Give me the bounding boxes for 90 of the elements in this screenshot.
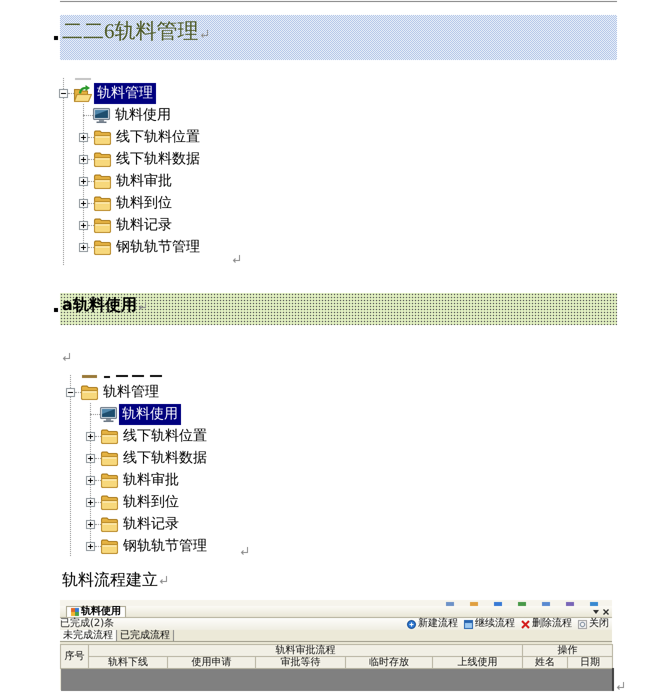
close-icon[interactable] [603,608,609,614]
tile-icon[interactable] [470,602,478,606]
column-header: 序号 [60,644,88,668]
expand-icon[interactable] [79,242,88,252]
collapse-icon[interactable] [66,388,75,396]
tree-item[interactable]: 轨料到位 [120,492,182,512]
folder-icon [94,174,111,188]
paragraph-mark-icon [240,547,248,555]
summary-text: 已完成(2)条 [60,618,114,630]
column-group-header: 轨料审批流程 [88,644,523,656]
expand-icon[interactable] [79,132,88,142]
tree-item[interactable]: 轨料使用 [119,404,181,424]
expand-icon[interactable] [86,432,95,440]
tree-item[interactable]: 轨料管理 [100,382,162,402]
tree-item[interactable]: 轨料审批 [120,470,182,490]
column-header: 审批等待 [256,656,346,668]
expand-icon[interactable] [86,454,95,462]
bullet-icon [54,308,58,312]
collapse-icon[interactable] [59,88,68,98]
toolbar-button[interactable]: 删除流程 [518,618,575,630]
expand-icon[interactable] [79,154,88,164]
tree-item[interactable]: 轨料审批 [113,170,175,192]
monitor-icon [93,108,110,122]
paragraph-mark-icon [232,255,240,263]
expand-icon[interactable] [79,220,88,230]
tile-icon[interactable] [494,602,502,606]
paragraph-mark-icon [200,30,208,38]
folder-icon [101,450,118,466]
folder-icon [94,130,111,144]
paragraph-mark-icon [138,302,146,310]
tile-icon[interactable] [590,602,598,606]
paragraph-mark-icon [62,353,70,361]
circle-icon [578,620,587,628]
folder-arrow-icon [74,84,92,102]
tile-icon[interactable] [566,602,574,606]
monitor-icon [100,406,117,422]
toolbar-button[interactable]: 关闭 [575,618,612,630]
folder-icon [94,152,111,166]
tile-icon[interactable] [542,602,550,606]
toolbar-button[interactable]: 新建流程 [404,618,461,630]
expand-icon[interactable] [79,176,88,186]
tile-icon[interactable] [446,602,454,606]
column-header: 临时存放 [346,656,432,668]
tab[interactable]: 未完成流程 [60,630,117,641]
folder-icon [81,384,98,400]
folder-icon [101,516,118,532]
tree-item[interactable]: 线下轨料数据 [120,448,210,468]
folder-icon [94,218,111,232]
folder-icon [101,494,118,510]
paragraph-mark-icon [159,576,167,584]
tree-item[interactable]: 钢轨轨节管理 [113,236,203,258]
tiles-icon [71,608,79,616]
expand-icon[interactable] [86,520,95,528]
tree-item[interactable]: 线下轨料位置 [120,426,210,446]
paragraph-text: 轨料流程建立 [62,570,158,590]
column-header: 使用申请 [168,656,256,668]
heading-text: a轨料使用 [62,294,137,316]
expand-icon[interactable] [86,498,95,506]
column-header: 日期 [568,656,613,668]
tree-item[interactable]: 钢轨轨节管理 [120,536,210,556]
delete-icon [521,620,530,628]
heading-text: 二二6轨料管理 [62,18,198,44]
tab[interactable]: 已完成流程 [117,630,174,641]
expand-icon[interactable] [86,542,95,550]
column-header: 姓名 [522,656,568,668]
tree-item[interactable]: 轨料使用 [112,104,174,126]
folder-icon [101,472,118,488]
folder-icon [101,538,118,554]
bullet-icon [54,36,58,40]
column-group-header: 操作 [522,644,613,656]
paragraph-mark-icon [616,682,624,690]
expand-icon[interactable] [79,198,88,208]
tree-item[interactable]: 轨料记录 [113,214,175,236]
tree-item[interactable]: 轨料到位 [113,192,175,214]
plus-circle-icon [407,620,416,628]
column-header: 轨料下线 [88,656,168,668]
dropdown-icon[interactable] [593,610,599,614]
tile-icon[interactable] [518,602,526,606]
tree-item[interactable]: 轨料管理 [94,82,156,104]
toolbar-button[interactable]: 继续流程 [461,618,518,630]
folder-icon [94,240,111,254]
folder-icon [101,428,118,444]
tree-item[interactable]: 线下轨料位置 [113,126,203,148]
folder-icon [94,196,111,210]
expand-icon[interactable] [86,476,95,484]
document-tab[interactable]: 轨料使用 [66,606,126,617]
window-icon [464,620,473,628]
tree-item[interactable]: 线下轨料数据 [113,148,203,170]
column-header: 上线使用 [432,656,523,668]
tree-item[interactable]: 轨料记录 [120,514,182,534]
